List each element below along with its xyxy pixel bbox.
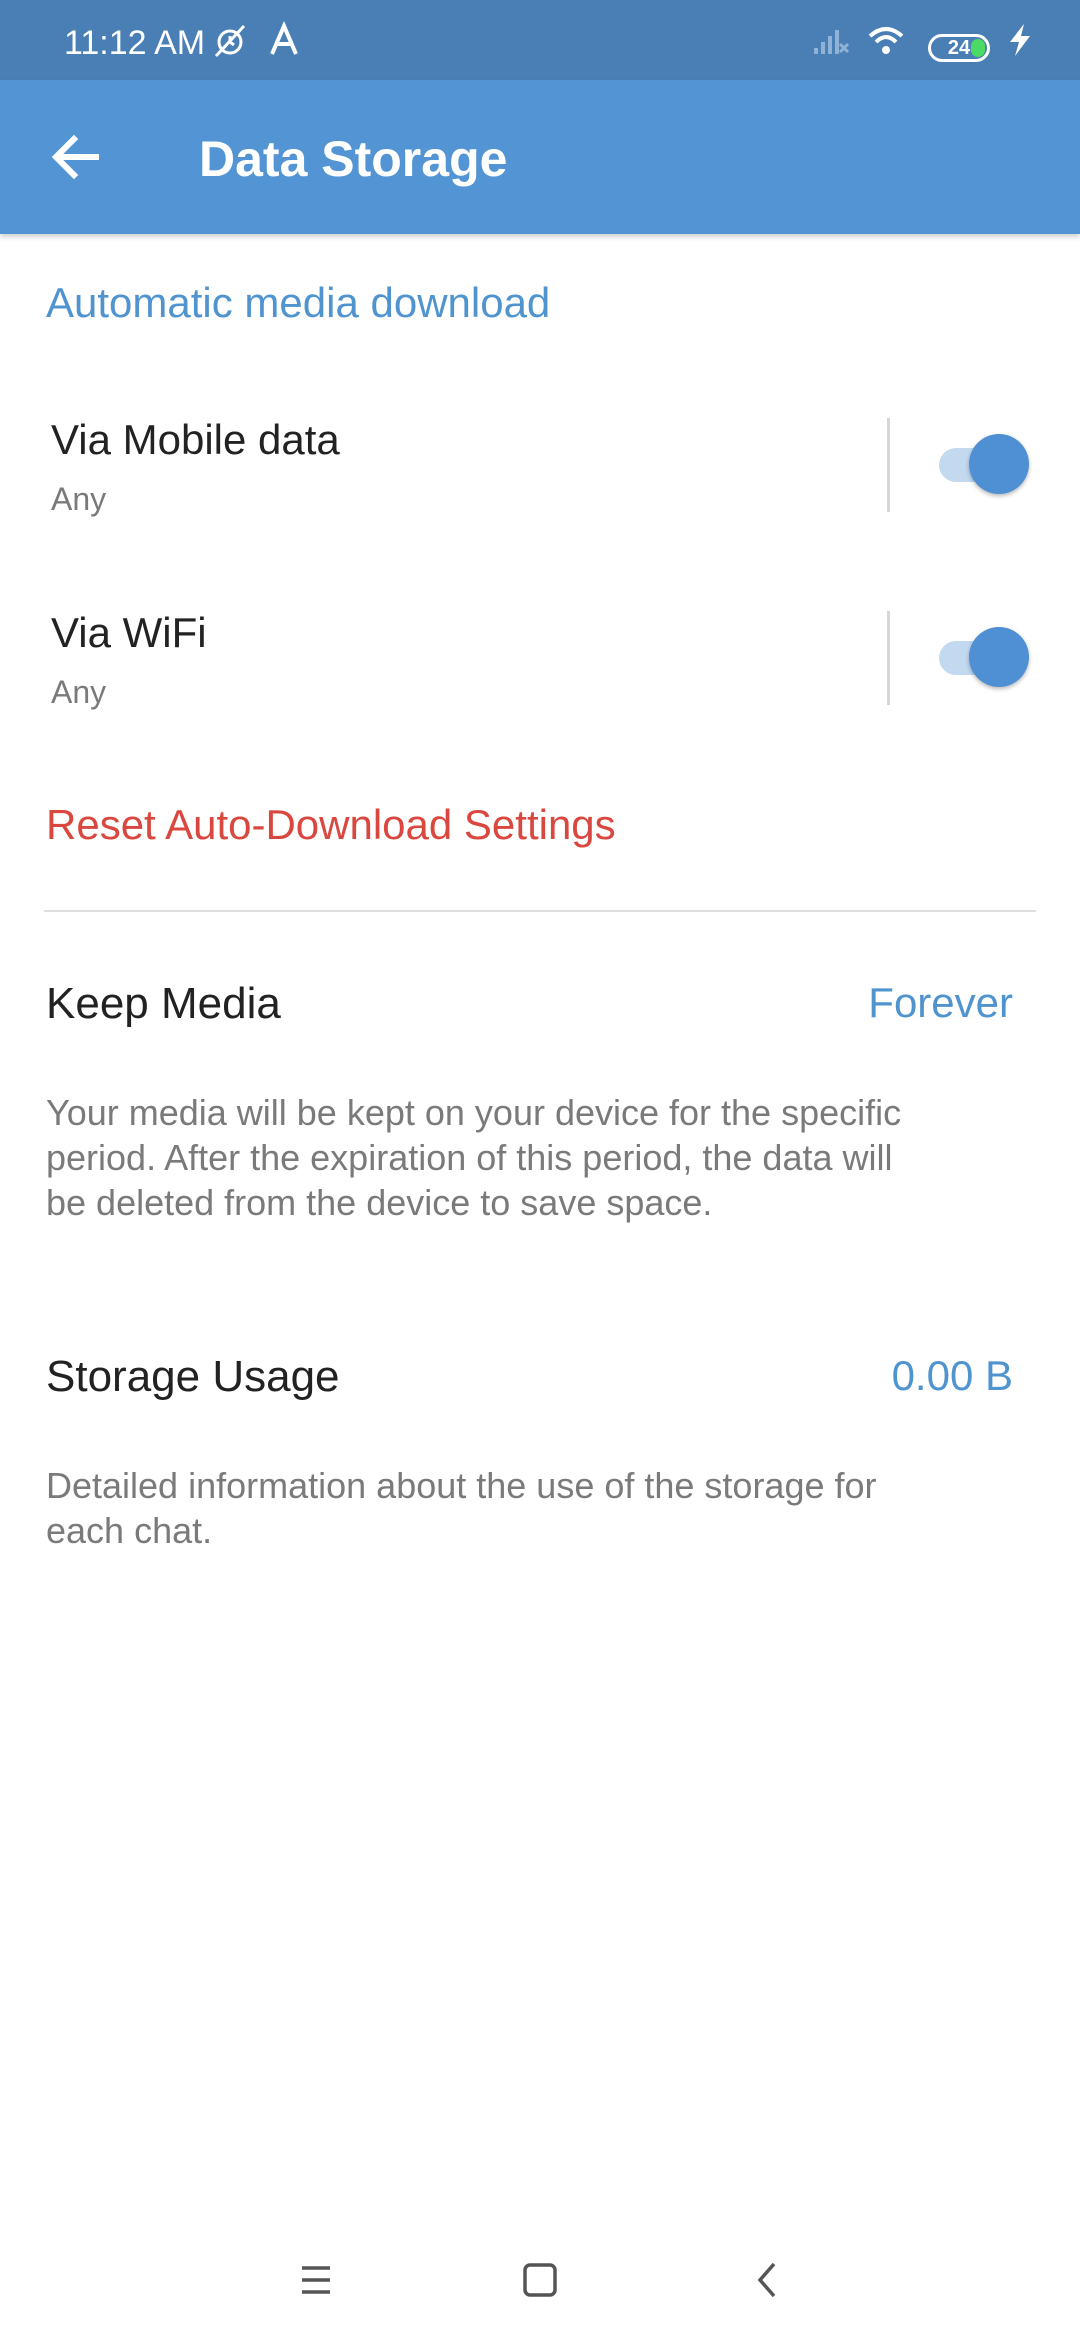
data-storage-screen: 11:12 AM 24 Data Storage Automatic media… [0,0,1080,2340]
muted-alarm-icon [214,24,246,58]
reset-auto-download-button[interactable]: Reset Auto-Download Settings [46,800,616,850]
section-header-auto-download: Automatic media download [46,279,551,326]
status-bar: 11:12 AM 24 [0,0,1080,80]
arrow-left-icon[interactable] [44,125,108,189]
home-square-icon[interactable] [504,2244,576,2316]
system-nav-bar [0,2220,1080,2340]
app-bar: Data Storage [0,80,1080,234]
mobile-data-title: Via Mobile data [51,416,340,463]
row-divider [887,611,890,705]
row-divider [887,418,890,512]
battery-icon: 24 [928,34,990,62]
keep-media-label: Keep Media [46,979,281,1028]
mobile-data-toggle[interactable] [935,433,1029,497]
menu-icon[interactable] [280,2244,352,2316]
wifi-toggle[interactable] [935,626,1029,690]
storage-usage-value: 0.00 B [891,1352,1013,1399]
status-time: 11:12 AM [64,24,206,62]
battery-level: 24 [947,36,971,59]
back-chevron-icon[interactable] [730,2244,802,2316]
storage-usage-description: Detailed information about the use of th… [46,1465,877,1551]
wifi-icon [868,27,904,54]
a-app-icon [270,20,298,55]
charging-icon [1010,24,1030,56]
mobile-data-subtitle: Any [51,481,107,517]
page-title: Data Storage [199,131,508,187]
signal-icon [814,30,850,54]
wifi-title: Via WiFi [51,609,207,656]
wifi-subtitle: Any [51,674,107,710]
section-divider [44,910,1036,912]
keep-media-description: Your media will be kept on your device f… [46,1092,902,1223]
keep-media-value: Forever [868,979,1013,1026]
storage-usage-label: Storage Usage [46,1352,340,1401]
